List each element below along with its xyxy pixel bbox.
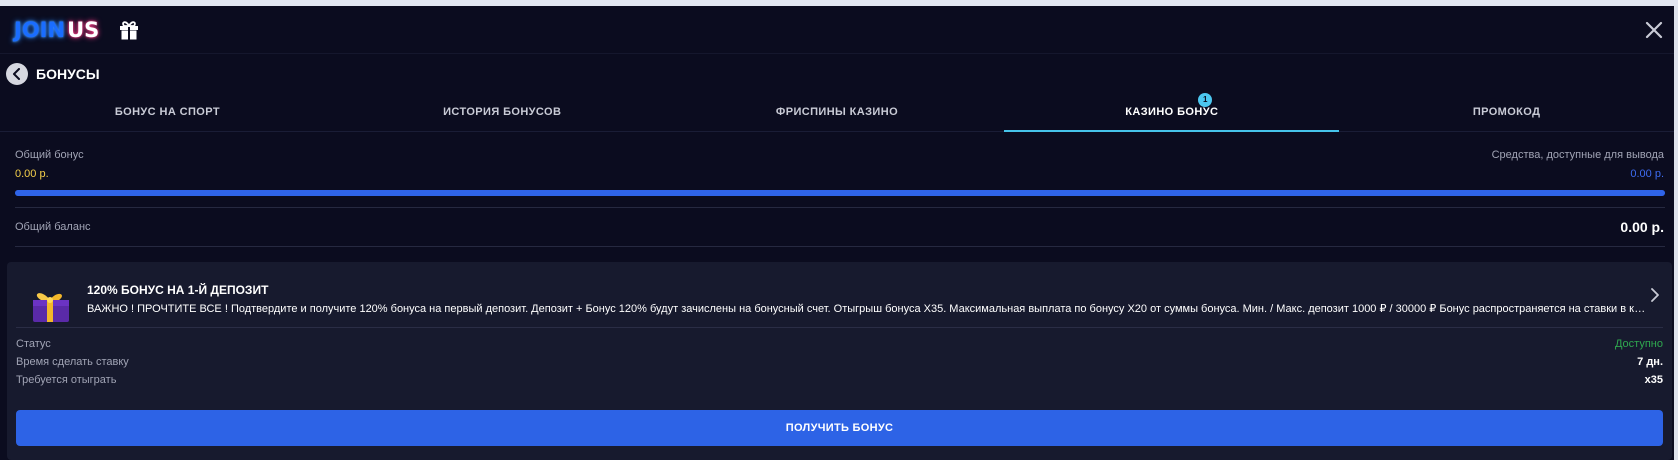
- status-value: Доступно: [1614, 338, 1663, 350]
- total-bonus-value: 0.00 р.: [15, 168, 49, 180]
- progress-fill: [15, 190, 1665, 196]
- page-title: БОНУСЫ: [36, 66, 100, 82]
- bonus-title: 120% БОНУС НА 1-Й ДЕПОЗИТ: [87, 283, 269, 297]
- tab-casino-freespins[interactable]: ФРИСПИНЫ КАЗИНО: [670, 98, 1005, 131]
- back-button[interactable]: [6, 63, 28, 85]
- tab-promocode[interactable]: ПРОМОКОД: [1339, 98, 1674, 131]
- tab-bonus-history[interactable]: ИСТОРИЯ БОНУСОВ: [335, 98, 670, 131]
- logo-text-accent: US: [67, 17, 100, 42]
- withdrawable-value: 0.00 р.: [1630, 168, 1664, 180]
- window-right-frame: [1674, 6, 1678, 460]
- info-row-time: Время сделать ставку 7 дн.: [16, 356, 1663, 372]
- total-bonus-label: Общий бонус: [15, 149, 84, 161]
- tab-sport-bonus[interactable]: БОНУС НА СПОРТ: [0, 98, 335, 131]
- wager-label: Требуется отыграть: [16, 374, 117, 386]
- divider: [16, 327, 1663, 328]
- bonus-tabs: БОНУС НА СПОРТ ИСТОРИЯ БОНУСОВ ФРИСПИНЫ …: [0, 93, 1674, 132]
- bonus-progress-bar: [15, 190, 1665, 196]
- tab-label: ПРОМОКОД: [1472, 106, 1541, 118]
- tab-label: КАЗИНО БОНУС: [1125, 106, 1219, 118]
- get-bonus-button[interactable]: ПОЛУЧИТЬ БОНУС: [16, 410, 1663, 446]
- time-value: 7 дн.: [1637, 356, 1663, 368]
- info-row-wager: Требуется отыграть x35: [16, 374, 1663, 390]
- tab-label: ФРИСПИНЫ КАЗИНО: [775, 106, 899, 118]
- header: JOIN US: [0, 6, 1674, 54]
- withdrawable-label: Средства, доступные для вывода: [1491, 149, 1664, 161]
- gift-icon[interactable]: [117, 18, 141, 42]
- logo[interactable]: JOIN US: [14, 18, 99, 42]
- tab-label: БОНУС НА СПОРТ: [114, 106, 220, 118]
- bonus-card: 120% БОНУС НА 1-Й ДЕПОЗИТ ВАЖНО ! ПРОЧТИ…: [7, 262, 1672, 460]
- tab-label: ИСТОРИЯ БОНУСОВ: [443, 106, 562, 118]
- chevron-right-icon[interactable]: [1648, 286, 1662, 304]
- time-label: Время сделать ставку: [16, 356, 129, 368]
- close-icon[interactable]: [1642, 18, 1666, 42]
- arrow-left-icon: [13, 68, 20, 80]
- info-row-status: Статус Доступно: [16, 338, 1663, 354]
- divider: [15, 207, 1665, 208]
- balance-value: 0.00 р.: [1620, 219, 1664, 235]
- wager-value: x35: [1644, 374, 1663, 386]
- logo-text-main: JOIN: [14, 17, 66, 42]
- status-label: Статус: [16, 338, 51, 350]
- tab-casino-bonus[interactable]: КАЗИНО БОНУС 1: [1004, 93, 1339, 132]
- divider: [15, 246, 1665, 247]
- gift-box-icon: [33, 293, 69, 322]
- notification-badge: 1: [1198, 93, 1213, 107]
- back-row: БОНУСЫ: [6, 63, 100, 85]
- balance-label: Общий баланс: [15, 221, 91, 233]
- bonus-description: ВАЖНО ! ПРОЧТИТЕ ВСЕ ! Подтвердите и пол…: [87, 303, 1651, 315]
